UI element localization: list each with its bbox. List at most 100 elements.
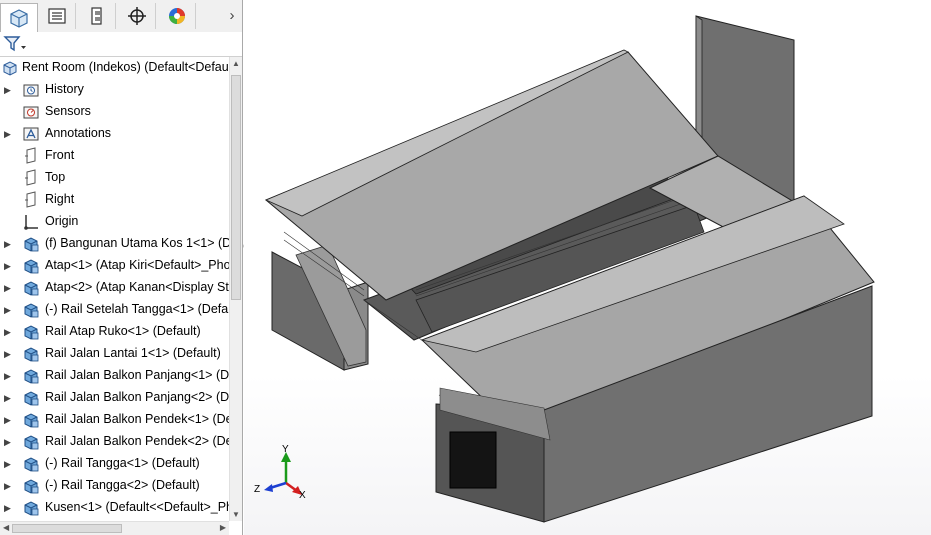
tree-item-component[interactable]: ▶ (f) Bangunan Utama Kos 1<1> (Default [0, 233, 229, 255]
scroll-right-arrow-icon[interactable]: ▶ [220, 523, 226, 532]
part-icon [24, 237, 39, 252]
expand-arrow-icon[interactable]: ▶ [4, 238, 12, 250]
scroll-left-arrow-icon[interactable]: ◀ [3, 523, 9, 532]
feature-tree: Rent Room (Indekos) (Default<Default> ▶ … [0, 57, 229, 521]
part-icon [24, 479, 39, 494]
part-icon [24, 413, 39, 428]
origin-icon [24, 215, 38, 230]
view-orientation-triad: Y X Z [254, 444, 306, 501]
scroll-thumb[interactable] [231, 75, 241, 300]
expand-arrow-icon[interactable]: ▶ [4, 480, 12, 492]
tree-item-component[interactable]: ▶ Rail Jalan Balkon Panjang<2> (Defa [0, 387, 229, 409]
tree-item-front-plane[interactable]: Front [0, 145, 229, 167]
triad-z-label: Z [254, 484, 260, 495]
tree-item-label: (f) Bangunan Utama Kos 1<1> (Default [45, 236, 229, 250]
expand-arrow-icon[interactable]: ▶ [4, 502, 12, 514]
tree-root-label: Rent Room (Indekos) (Default<Default> [22, 60, 229, 74]
tree-item-label: Rail Jalan Balkon Pendek<1> (Defa [45, 412, 229, 426]
filter-icon[interactable] [3, 35, 27, 53]
scroll-up-arrow-icon[interactable]: ▲ [232, 59, 240, 68]
more-tabs-chevron-icon[interactable]: › [223, 6, 241, 26]
tree-item-label: Rail Jalan Balkon Panjang<2> (Defa [45, 390, 229, 404]
tree-item-component[interactable]: ▶ Kusen<1> (Default<<Default>_Pho [0, 497, 229, 519]
featuremanager-tab[interactable] [0, 3, 38, 32]
tree-item-label: Annotations [45, 126, 112, 140]
tree-item-top-plane[interactable]: Top [0, 167, 229, 189]
tree-item-label: History [45, 82, 84, 96]
tree-filter-bar [0, 32, 242, 57]
front-door[interactable] [449, 431, 497, 489]
expand-arrow-icon[interactable]: ▶ [4, 392, 12, 404]
tree-item-component[interactable]: ▶ (-) Rail Tangga<2> (Default) [0, 475, 229, 497]
triad-x-label: X [299, 490, 306, 501]
assembly-icon [3, 61, 17, 76]
expand-arrow-icon[interactable]: ▶ [4, 436, 12, 448]
part-icon [24, 259, 39, 274]
plane-icon [25, 147, 36, 164]
display-manager-tab[interactable] [158, 3, 196, 29]
tree-item-label: Kusen<1> (Default<<Default>_Pho [45, 500, 229, 514]
tree-item-component[interactable]: ▶ Rail Atap Ruko<1> (Default) [0, 321, 229, 343]
tree-item-label: Rail Atap Ruko<1> (Default) [45, 324, 201, 338]
history-folder-icon [23, 84, 39, 97]
tree-horizontal-scrollbar[interactable]: ◀ ▶ [0, 521, 229, 535]
tree-item-component[interactable]: ▶ Rail Jalan Balkon Pendek<1> (Defa [0, 409, 229, 431]
tree-item-annotations[interactable]: ▶ Annotations [0, 123, 229, 145]
tree-item-label: (-) Rail Setelah Tangga<1> (Default [45, 302, 229, 316]
part-icon [24, 347, 39, 362]
tree-item-label: Atap<2> (Atap Kanan<Display Stat [45, 280, 229, 294]
tree-item-right-plane[interactable]: Right [0, 189, 229, 211]
dimxpert-tab[interactable] [118, 3, 156, 29]
part-icon [24, 281, 39, 296]
part-icon [24, 457, 39, 472]
expand-arrow-icon[interactable]: ▶ [4, 414, 12, 426]
tree-item-component[interactable]: ▶ Rail Jalan Lantai 1<1> (Default) [0, 343, 229, 365]
propertymanager-icon [47, 8, 66, 24]
propertymanager-tab[interactable] [38, 3, 76, 29]
tree-item-sensors[interactable]: Sensors [0, 101, 229, 123]
expand-arrow-icon[interactable]: ▶ [4, 260, 12, 272]
graphics-area[interactable]: Y X Z [244, 0, 931, 535]
tree-item-label: Right [45, 192, 75, 206]
tree-item-component[interactable]: ▶ Atap<2> (Atap Kanan<Display Stat [0, 277, 229, 299]
configurationmanager-tab[interactable] [78, 3, 116, 29]
sensors-icon [23, 106, 39, 119]
part-icon [24, 391, 39, 406]
part-icon [24, 325, 39, 340]
tree-item-component[interactable]: ▶ (-) Rail Setelah Tangga<1> (Default [0, 299, 229, 321]
expand-arrow-icon[interactable]: ▶ [4, 370, 12, 382]
featuremanager-panel: › Rent Room (Indekos) (Default<Default> … [0, 0, 243, 535]
tree-item-component[interactable]: ▶ Rail Jalan Balkon Panjang<1> (Defa [0, 365, 229, 387]
annotations-icon [23, 127, 39, 141]
tree-item-origin[interactable]: Origin [0, 211, 229, 233]
expand-arrow-icon[interactable]: ▶ [4, 304, 12, 316]
expand-arrow-icon[interactable]: ▶ [4, 348, 12, 360]
tree-item-history[interactable]: ▶ History [0, 79, 229, 101]
expand-arrow-icon[interactable]: ▶ [4, 326, 12, 338]
tree-item-label: (-) Rail Tangga<2> (Default) [45, 478, 200, 492]
tree-item-component[interactable]: ▶ Atap<1> (Atap Kiri<Default>_Phot [0, 255, 229, 277]
tree-root-assembly[interactable]: Rent Room (Indekos) (Default<Default> [0, 57, 229, 79]
tree-vertical-scrollbar[interactable]: ▲ ▼ [229, 57, 242, 521]
crosshair-icon [127, 7, 146, 25]
tree-item-label: Front [45, 148, 75, 162]
expand-arrow-icon[interactable]: ▶ [4, 282, 12, 294]
tree-item-label: Atap<1> (Atap Kiri<Default>_Phot [45, 258, 229, 272]
featuremanager-icon [10, 9, 28, 28]
tree-item-label: Rail Jalan Balkon Panjang<1> (Defa [45, 368, 229, 382]
tree-item-label: Sensors [45, 104, 91, 118]
building-3d-model[interactable]: Y X Z [244, 0, 931, 535]
tree-item-label: Origin [45, 214, 79, 228]
tree-item-component[interactable]: ▶ Rail Jalan Balkon Pendek<2> (Defa [0, 431, 229, 453]
part-icon [24, 303, 39, 318]
part-icon [24, 435, 39, 450]
expand-arrow-icon[interactable]: ▶ [4, 458, 12, 470]
color-wheel-icon [168, 8, 185, 24]
expand-arrow-icon[interactable]: ▶ [4, 84, 12, 96]
expand-arrow-icon[interactable]: ▶ [4, 128, 12, 140]
tree-item-component[interactable]: ▶ (-) Rail Tangga<1> (Default) [0, 453, 229, 475]
plane-icon [25, 169, 36, 186]
scroll-thumb[interactable] [12, 524, 122, 533]
part-icon [24, 369, 39, 384]
scroll-down-arrow-icon[interactable]: ▼ [232, 510, 240, 519]
